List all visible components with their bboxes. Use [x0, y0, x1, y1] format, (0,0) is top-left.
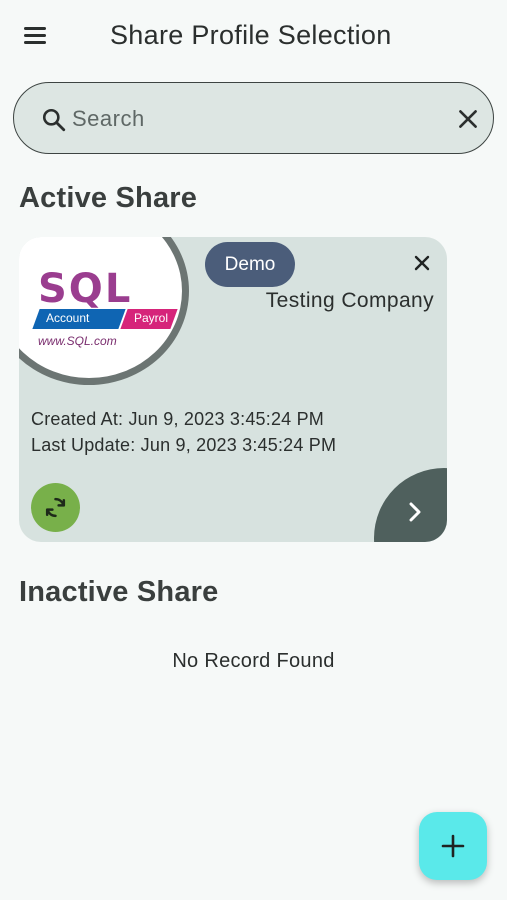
active-share-heading: Active Share: [19, 182, 198, 214]
company-logo: SQL Account Payrol www.SQL.com: [19, 237, 189, 385]
search-bar: [13, 82, 494, 154]
search-input[interactable]: [72, 99, 442, 139]
company-name: Testing Company: [265, 289, 434, 312]
logo-brand: SQL: [38, 266, 133, 312]
menu-icon[interactable]: [18, 22, 52, 50]
open-profile-button[interactable]: [374, 468, 447, 542]
add-share-button[interactable]: [419, 812, 487, 880]
page-title: Share Profile Selection: [110, 20, 392, 50]
created-at: Created At: Jun 9, 2023 3:45:24 PM: [31, 409, 324, 429]
search-icon: [42, 108, 66, 132]
sync-icon: [45, 497, 66, 518]
last-update: Last Update: Jun 9, 2023 3:45:24 PM: [31, 435, 337, 455]
app-bar: Share Profile Selection: [0, 0, 507, 72]
logo-tag-right: Payrol: [134, 311, 169, 325]
chevron-right-icon: [409, 502, 421, 522]
share-profile-card[interactable]: SQL Account Payrol www.SQL.com Demo Test…: [19, 237, 447, 542]
clear-search-icon[interactable]: [455, 106, 481, 132]
inactive-share-heading: Inactive Share: [19, 576, 219, 608]
demo-badge: Demo: [205, 242, 295, 287]
close-icon[interactable]: [410, 251, 434, 275]
logo-tag-left: Account: [46, 311, 90, 325]
plus-icon: [441, 834, 465, 858]
sync-button[interactable]: [31, 483, 80, 532]
logo-url: www.SQL.com: [38, 334, 117, 348]
empty-state-text: No Record Found: [172, 650, 335, 672]
